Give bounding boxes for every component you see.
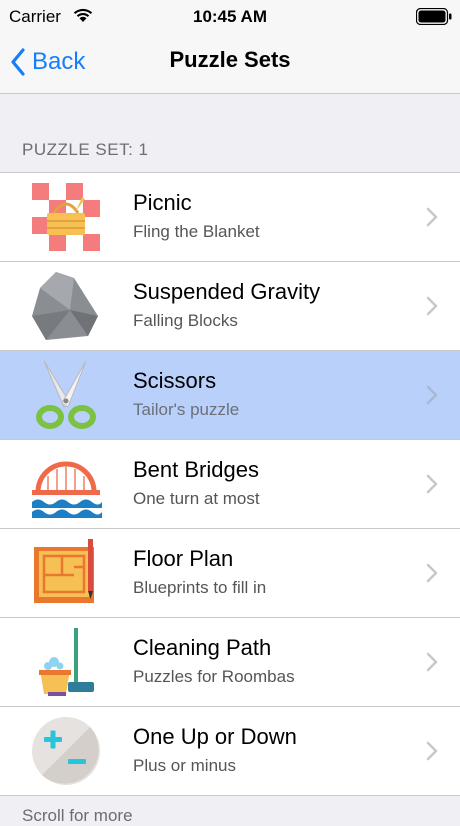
chevron-right-icon <box>426 563 438 583</box>
mop-bucket-icon <box>39 628 94 696</box>
list-item-cleaning-path[interactable]: Cleaning Path Puzzles for Roombas <box>0 618 460 707</box>
list-item-floor-plan[interactable]: Floor Plan Blueprints to fill in <box>0 529 460 618</box>
list-item-title: Picnic <box>133 190 192 215</box>
list-item-subtitle: One turn at most <box>133 489 260 508</box>
battery-icon <box>415 7 452 26</box>
chevron-right-icon <box>426 741 438 761</box>
section-header: PUZZLE SET: 1 <box>22 140 149 159</box>
list-item-title: Cleaning Path <box>133 635 272 660</box>
list-item-title: Floor Plan <box>133 546 234 571</box>
page-title: Puzzle Sets <box>169 47 291 72</box>
list-item-bent-bridges[interactable]: Bent Bridges One turn at most <box>0 440 460 529</box>
bridge-icon <box>32 461 102 518</box>
status-bar: Carrier 10:45 AM <box>0 0 460 34</box>
list-item-subtitle: Fling the Blanket <box>133 222 260 241</box>
chevron-right-icon <box>426 652 438 672</box>
blueprint-icon <box>34 539 94 603</box>
list-item-one-up-or-down[interactable]: One Up or Down Plus or minus <box>0 707 460 796</box>
plus-minus-icon <box>32 717 100 785</box>
list-item-scissors[interactable]: Scissors Tailor's puzzle <box>0 351 460 440</box>
picnic-basket-icon <box>32 183 100 251</box>
chevron-right-icon <box>426 207 438 227</box>
chevron-right-icon <box>426 296 438 316</box>
puzzle-set-list: Picnic Fling the Blanket Suspended Gravi… <box>0 172 460 796</box>
list-item-title: Scissors <box>133 368 217 393</box>
list-item-subtitle: Falling Blocks <box>133 311 238 330</box>
list-item-suspended-gravity[interactable]: Suspended Gravity Falling Blocks <box>0 262 460 351</box>
list-item-subtitle: Puzzles for Roombas <box>133 667 295 686</box>
rock-icon <box>32 272 98 340</box>
list-item-title: Suspended Gravity <box>133 279 321 304</box>
status-time: 10:45 AM <box>192 7 267 26</box>
scroll-hint: Scroll for more <box>22 806 133 825</box>
list-item-subtitle: Plus or minus <box>133 756 236 775</box>
chevron-right-icon <box>426 474 438 494</box>
chevron-right-icon <box>426 385 438 405</box>
scissors-icon <box>36 360 96 429</box>
list-item-subtitle: Tailor's puzzle <box>133 400 240 419</box>
list-item-title: One Up or Down <box>133 724 297 749</box>
list-item-subtitle: Blueprints to fill in <box>133 578 267 597</box>
navigation-bar: Back Puzzle Sets <box>0 34 460 94</box>
list-item-title: Bent Bridges <box>133 457 259 482</box>
list-item-picnic[interactable]: Picnic Fling the Blanket <box>0 173 460 262</box>
